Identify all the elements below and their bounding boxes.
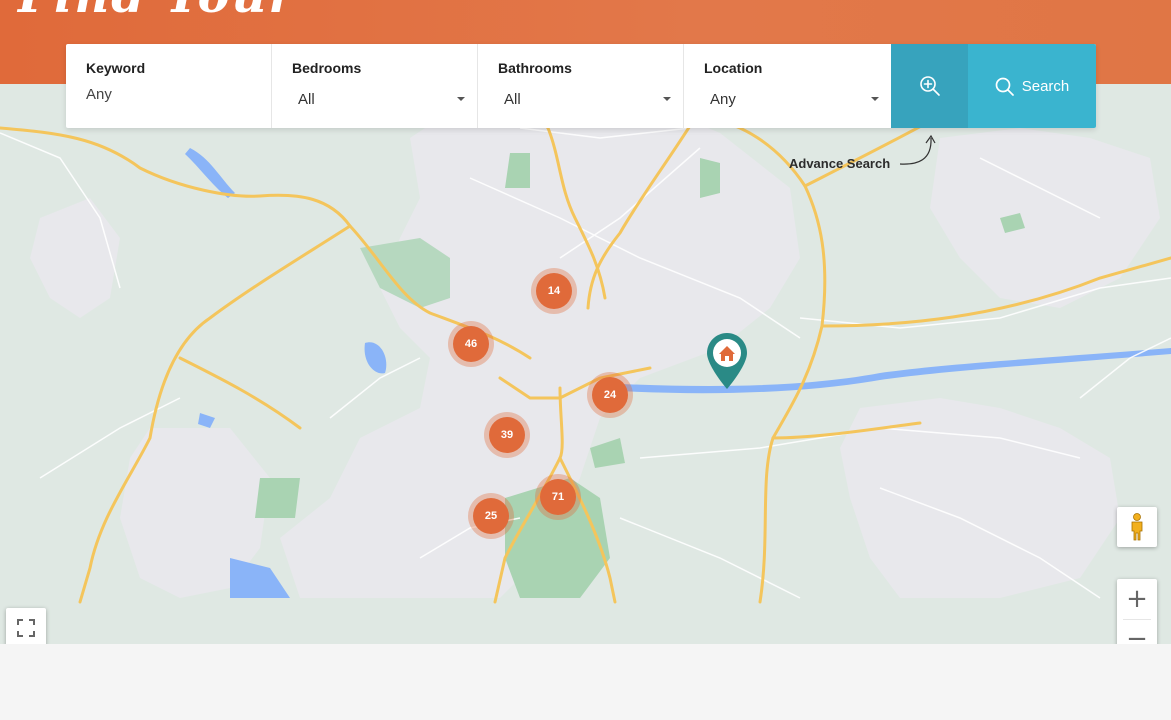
chevron-down-icon — [871, 97, 879, 101]
map[interactable]: 14 46 24 39 71 25 — [0, 84, 1171, 644]
keyword-input[interactable] — [86, 86, 246, 103]
search-button[interactable]: Search — [968, 44, 1096, 128]
chevron-down-icon — [457, 97, 465, 101]
cluster-count: 71 — [540, 479, 576, 515]
location-field[interactable]: Location Any — [684, 44, 891, 128]
property-cluster[interactable]: 71 — [535, 474, 581, 520]
advance-search-button[interactable] — [891, 44, 968, 128]
keyword-field: Keyword — [66, 44, 272, 128]
map-base — [0, 84, 1171, 604]
fullscreen-button[interactable] — [6, 608, 46, 648]
property-cluster[interactable]: 39 — [484, 412, 530, 458]
zoom-in-icon — [919, 76, 940, 96]
zoom-divider — [1123, 619, 1151, 620]
bedrooms-select[interactable]: All — [298, 91, 457, 108]
curved-arrow-icon — [899, 134, 936, 165]
street-view-button[interactable] — [1117, 507, 1157, 547]
bedrooms-label: Bedrooms — [292, 60, 362, 76]
property-cluster[interactable]: 14 — [531, 268, 577, 314]
page-footer-area — [0, 644, 1171, 720]
bedrooms-field[interactable]: Bedrooms All — [272, 44, 478, 128]
search-icon — [995, 77, 1014, 96]
fullscreen-icon — [17, 619, 35, 637]
property-cluster[interactable]: 24 — [587, 372, 633, 418]
property-cluster[interactable]: 46 — [448, 321, 494, 367]
bathrooms-label: Bathrooms — [498, 60, 572, 76]
cluster-count: 25 — [473, 498, 509, 534]
bathrooms-select[interactable]: All — [504, 91, 663, 108]
property-cluster[interactable]: 25 — [468, 493, 514, 539]
property-pin[interactable] — [706, 332, 748, 394]
cluster-count: 39 — [489, 417, 525, 453]
advance-search-label[interactable]: Advance Search — [789, 156, 890, 171]
zoom-in-button[interactable]: + — [1117, 579, 1157, 619]
hero-title: Find Your — [18, 0, 296, 24]
bathrooms-field[interactable]: Bathrooms All — [478, 44, 684, 128]
home-pin-icon — [707, 333, 747, 389]
pegman-icon — [1131, 513, 1143, 541]
search-button-label: Search — [1021, 77, 1070, 95]
cluster-count: 46 — [453, 326, 489, 362]
location-label: Location — [704, 60, 763, 76]
cluster-count: 14 — [536, 273, 572, 309]
chevron-down-icon — [663, 97, 671, 101]
keyword-label: Keyword — [86, 60, 146, 76]
cluster-count: 24 — [592, 377, 628, 413]
location-select[interactable]: Any — [710, 91, 871, 108]
